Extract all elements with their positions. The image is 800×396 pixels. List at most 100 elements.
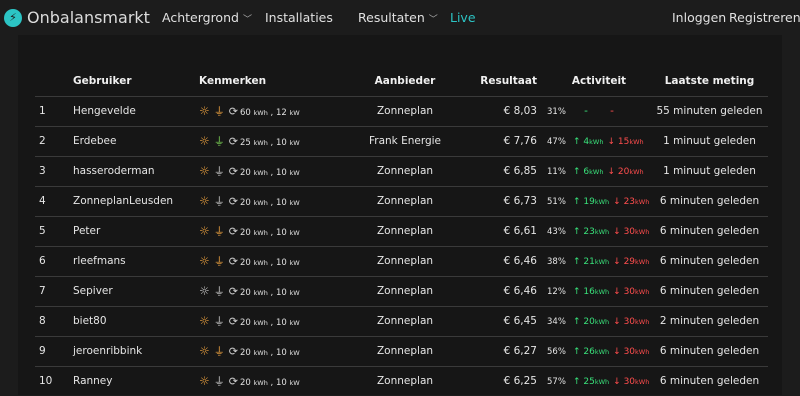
kenmerken-cell: ☼ ⏚ ⟳ 25 kWh , 10 kW — [199, 125, 339, 156]
plug-icon: ⏚ — [213, 225, 225, 238]
header-resultaat[interactable]: Resultaat — [471, 66, 547, 96]
aanbieder-cell: Zonneplan — [339, 335, 471, 366]
table-row[interactable]: 9 jeroenribbink ☼ ⏚ ⟳ 20 kWh , 10 kW Zonneplan… — [35, 335, 768, 366]
battery-cycle-icon: ⟳ — [228, 255, 238, 268]
user-cell[interactable]: Erdebee — [73, 125, 199, 156]
rank-cell: 5 — [35, 215, 73, 246]
activiteit-cell: 57% ↑ 25kWh ↓ 30kWh — [547, 365, 651, 396]
user-cell[interactable]: Ranney — [73, 365, 199, 396]
aanbieder-cell: Zonneplan — [339, 275, 471, 306]
plug-icon: ⏚ — [213, 345, 225, 358]
activiteit-cell: 12% ↑ 16kWh ↓ 30kWh — [547, 275, 651, 306]
nav-resultaten[interactable]: Resultaten ﹀ — [358, 10, 438, 25]
nav-resultaten-label: Resultaten — [358, 10, 425, 25]
capacity-spec: 60 kWh , 12 kW — [239, 108, 300, 118]
header-activiteit[interactable]: Activiteit — [547, 66, 651, 96]
battery-cycle-icon: ⟳ — [228, 165, 238, 178]
user-cell[interactable]: ZonneplanLeusden — [73, 185, 199, 216]
laatste-meting-cell: 2 minuten geleden — [651, 305, 768, 336]
table-row[interactable]: 6 rleefmans ☼ ⏚ ⟳ 20 kWh , 10 kW Zonneplan € 6,… — [35, 245, 768, 276]
sun-icon: ☼ — [199, 374, 210, 389]
arrow-down-icon: ↓ — [613, 347, 624, 357]
sun-icon: ☼ — [199, 164, 210, 178]
rank-cell: 3 — [35, 155, 73, 186]
brand-logo[interactable]: ⚡ Onbalansmarkt — [4, 8, 150, 27]
activiteit-cell: 43% ↑ 23kWh ↓ 30kWh — [547, 215, 651, 246]
charge-value: ↑ 6kWh — [573, 167, 604, 177]
plug-icon: ⏚ — [213, 285, 225, 298]
charge-value: ↑ 4kWh — [573, 137, 604, 147]
user-cell[interactable]: Peter — [73, 215, 199, 246]
kenmerken-cell: ☼ ⏚ ⟳ 20 kWh , 10 kW — [199, 155, 339, 186]
capacity-spec: 20 kWh , 10 kW — [239, 288, 300, 298]
sun-icon: ☼ — [199, 134, 210, 148]
arrow-up-icon: ↑ — [573, 227, 584, 237]
laatste-meting-cell: 6 minuten geleden — [651, 185, 768, 216]
activity-percent: 11% — [547, 167, 566, 177]
plug-icon: ⏚ — [213, 255, 225, 268]
laatste-meting-cell: 6 minuten geleden — [651, 365, 768, 396]
battery-cycle-icon: ⟳ — [228, 105, 238, 118]
table-row[interactable]: 4 ZonneplanLeusden ☼ ⏚ ⟳ 20 kWh , 10 kW Zonnep… — [35, 185, 768, 216]
charge-value: ↑ 25kWh — [573, 377, 610, 388]
activity-percent: 34% — [547, 317, 566, 327]
user-cell[interactable]: Sepiver — [73, 275, 199, 306]
nav-achtergrond-label: Achtergrond — [162, 10, 239, 25]
charge-value: ↑ 19kWh — [573, 197, 610, 207]
nav-installaties[interactable]: Installaties — [265, 10, 333, 25]
battery-cycle-icon: ⟳ — [228, 375, 238, 389]
navbar: ⚡ Onbalansmarkt Achtergrond ﹀ Installatie… — [0, 0, 800, 35]
discharge-value: ↓ 30kWh — [613, 227, 650, 237]
aanbieder-cell: Frank Energie — [339, 125, 471, 156]
table-header-row: Gebruiker Kenmerken Aanbieder Resultaat … — [35, 66, 768, 96]
user-cell[interactable]: jeroenribbink — [73, 335, 199, 366]
activiteit-cell: 56% ↑ 26kWh ↓ 30kWh — [547, 335, 651, 366]
table-row[interactable]: 2 Erdebee ☼ ⏚ ⟳ 25 kWh , 10 kW Frank Energie € … — [35, 125, 768, 156]
table-row[interactable]: 10 Ranney ☼ ⏚ ⟳ 20 kWh , 10 kW Zonneplan € 6,25… — [35, 365, 768, 396]
plug-icon: ⏚ — [213, 315, 225, 328]
header-aanbieder[interactable]: Aanbieder — [339, 66, 471, 96]
sun-icon: ☼ — [199, 344, 210, 358]
login-link[interactable]: Inloggen — [672, 10, 726, 25]
table-row[interactable]: 7 Sepiver ☼ ⏚ ⟳ 20 kWh , 10 kW Zonneplan € 6,46… — [35, 275, 768, 306]
arrow-down-icon: ↓ — [613, 197, 624, 207]
nav-achtergrond[interactable]: Achtergrond ﹀ — [162, 10, 252, 25]
activiteit-cell: 38% ↑ 21kWh ↓ 29kWh — [547, 245, 651, 276]
kenmerken-cell: ☼ ⏚ ⟳ 20 kWh , 10 kW — [199, 215, 339, 246]
kenmerken-cell: ☼ ⏚ ⟳ 20 kWh , 10 kW — [199, 305, 339, 336]
activity-percent: 12% — [547, 287, 566, 297]
rank-cell: 8 — [35, 305, 73, 336]
header-kenmerken[interactable]: Kenmerken — [199, 66, 339, 96]
user-cell[interactable]: Hengevelde — [73, 95, 199, 126]
resultaat-cell: € 6,73 — [471, 185, 547, 216]
sun-icon: ☼ — [199, 194, 210, 208]
plug-icon: ⏚ — [213, 165, 225, 178]
header-user[interactable]: Gebruiker — [73, 66, 199, 96]
capacity-spec: 20 kWh , 10 kW — [239, 318, 300, 328]
rank-cell: 6 — [35, 245, 73, 276]
capacity-spec: 25 kWh , 10 kW — [239, 138, 300, 148]
register-link[interactable]: Registreren — [729, 10, 800, 25]
battery-cycle-icon: ⟳ — [228, 195, 238, 208]
activiteit-cell: 34% ↑ 20kWh ↓ 30kWh — [547, 305, 651, 336]
arrow-down-icon: ↓ — [607, 137, 618, 147]
capacity-spec: 20 kWh , 10 kW — [239, 258, 300, 268]
rank-cell: 7 — [35, 275, 73, 306]
user-cell[interactable]: hasseroderman — [73, 155, 199, 186]
discharge-value: ↓ 30kWh — [613, 347, 650, 357]
table-row[interactable]: 1 Hengevelde ☼ ⏚ ⟳ 60 kWh , 12 kW Zonneplan € 8… — [35, 95, 768, 126]
table-row[interactable]: 8 biet80 ☼ ⏚ ⟳ 20 kWh , 10 kW Zonneplan € 6,45 3… — [35, 305, 768, 336]
kenmerken-cell: ☼ ⏚ ⟳ 20 kWh , 10 kW — [199, 245, 339, 276]
table-row[interactable]: 3 hasseroderman ☼ ⏚ ⟳ 20 kWh , 10 kW Zonneplan… — [35, 155, 768, 186]
arrow-down-icon: ↓ — [613, 257, 624, 267]
leaderboard-table: Gebruiker Kenmerken Aanbieder Resultaat … — [35, 66, 768, 396]
user-cell[interactable]: rleefmans — [73, 245, 199, 276]
nav-live[interactable]: Live — [450, 10, 476, 25]
table-row[interactable]: 5 Peter ☼ ⏚ ⟳ 20 kWh , 10 kW Zonneplan € 6,61 43… — [35, 215, 768, 246]
activiteit-cell: 11% ↑ 6kWh ↓ 20kWh — [547, 155, 651, 186]
resultaat-cell: € 6,85 — [471, 155, 547, 186]
header-laatste[interactable]: Laatste meting — [651, 66, 768, 96]
charge-empty: - — [584, 105, 588, 117]
activity-percent: 43% — [547, 227, 566, 237]
user-cell[interactable]: biet80 — [73, 305, 199, 336]
